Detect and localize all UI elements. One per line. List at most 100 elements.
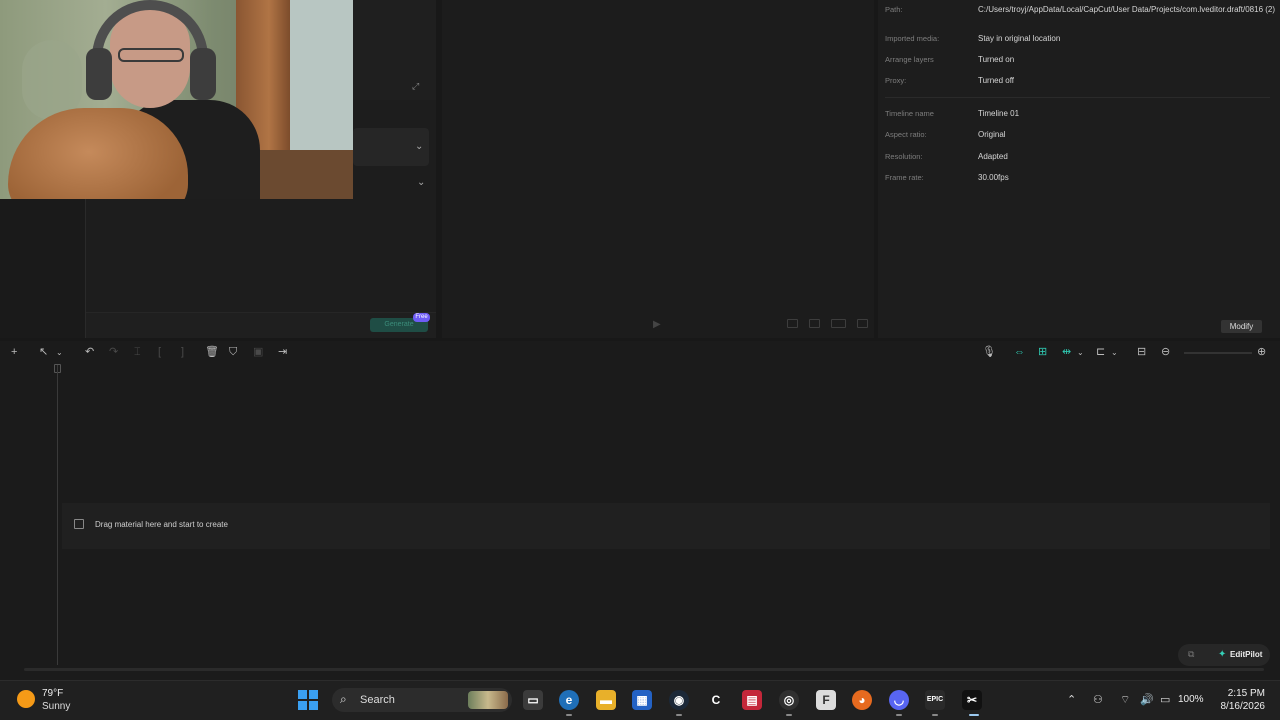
path-label: Path: [885,5,903,14]
aspect-ratio-value: Original [978,130,1006,139]
film-icon [74,519,84,529]
zoom-out-icon[interactable]: ⊖ [1161,347,1170,358]
chevron-down-icon[interactable]: ⌄ [417,178,425,188]
running-indicator [896,714,902,716]
plus-icon[interactable]: + [11,347,17,358]
chevron-down-icon[interactable]: ⌄ [56,347,63,358]
split-left-icon[interactable]: [ [158,347,161,358]
running-indicator [676,714,682,716]
search-icon: ⌕ [340,692,347,706]
search-highlight-image [468,691,508,709]
running-indicator [932,714,938,716]
undo-icon[interactable]: ↶ [85,347,94,358]
epic-games-icon[interactable]: EPIC [925,690,945,710]
delete-icon[interactable]: 🗑 [205,347,219,358]
split-right-icon[interactable]: ] [181,347,184,358]
timeline-name-value: Timeline 01 [978,109,1020,118]
details-panel [878,0,1280,338]
wifi-icon[interactable]: ⌔ [1120,693,1130,707]
store-icon[interactable]: ▦ [632,690,652,710]
edge-icon[interactable]: e [559,690,579,710]
running-indicator [786,714,792,716]
editpilot-button[interactable]: ⧉ ✦ EditPilot [1178,644,1270,666]
proxy-value: Turned off [978,76,1015,85]
weather-temperature[interactable]: 79°F [42,688,63,699]
media-category-rail [0,199,86,338]
fullscreen-icon[interactable] [857,319,868,328]
split-icon[interactable]: ⌶ [134,347,141,358]
chevron-down-icon[interactable]: ⌄ [415,142,423,152]
active-indicator [969,714,979,716]
capcut-window: ⤢ ⌄ ⌄ Generate Free ▶ Path: C:/Users/tro… [0,0,1280,680]
timeline-toolbar [0,344,1280,362]
main-track[interactable] [62,503,1270,549]
aspect-ratio-label: Aspect ratio: [885,130,927,139]
media-panel-header [353,0,436,100]
path-value: C:/Users/troyj/AppData/Local/CapCut/User… [978,5,1276,14]
imported-media-label: Imported media: [885,34,940,43]
editpilot-label: EditPilot [1230,650,1263,659]
chevron-down-icon[interactable]: ⌄ [1077,347,1084,358]
marker-icon[interactable]: ⛉ [229,347,237,358]
free-badge: Free [413,313,430,322]
weather-condition[interactable]: Sunny [42,701,70,712]
resolution-label: Resolution: [885,152,923,161]
volume-icon[interactable]: 🔊 [1140,693,1154,706]
obs-icon[interactable]: ◎ [779,690,799,710]
editpilot-icon: ✦ [1218,649,1227,660]
windows-icon[interactable] [298,690,318,710]
clock-time[interactable]: 2:15 PM [1227,688,1265,699]
snapshot-icon[interactable] [809,319,820,328]
imported-media-value: Stay in original location [978,34,1061,43]
subtitle-icon[interactable]: ⊟ [1137,347,1146,358]
timeline-name-label: Timeline name [885,109,934,118]
timeline-scrollbar[interactable] [24,668,1264,671]
webcam-overlay [0,0,353,199]
expand-icon[interactable]: ⤢ [412,81,422,91]
resolution-value: Adapted [978,152,1008,161]
battery-percent[interactable]: 100% [1178,694,1204,705]
zoom-slider[interactable] [1184,352,1252,354]
chat-icon[interactable]: ⧉ [1188,649,1194,660]
proxy-label: Proxy: [885,76,907,85]
frame-rate-label: Frame rate: [885,173,924,182]
forza-icon[interactable]: F [816,690,836,710]
file-explorer-icon[interactable]: ▬ [596,690,616,710]
link-icon[interactable]: ⇔ [1014,347,1025,358]
ratio-icon[interactable] [831,319,846,328]
firefox-icon[interactable]: ◕ [852,690,872,710]
redo-icon[interactable]: ↷ [109,347,118,358]
curseforge-icon[interactable]: C [706,690,726,710]
modify-button[interactable]: Modify [1221,320,1262,333]
battery-icon[interactable]: ▭ [1160,693,1170,706]
auto-snap-icon[interactable]: ⇹ [1062,347,1071,358]
taskbar-search[interactable]: ⌕ Search [332,688,512,712]
arrange-layers-label: Arrange layers [885,55,934,64]
steam-icon[interactable]: ◉ [669,690,689,710]
discord-icon[interactable]: ◡ [889,690,909,710]
select-pointer-icon[interactable]: ↖ [39,347,48,358]
play-icon[interactable]: ▶ [653,319,661,330]
playhead-line[interactable] [57,365,58,665]
running-indicator [566,714,572,716]
task-view-icon[interactable]: ▭ [523,690,543,710]
microphone-icon[interactable]: 🎙 [982,347,996,358]
quality-icon[interactable] [787,319,798,328]
sun-icon[interactable] [17,690,35,708]
preview-axis-icon[interactable]: ⊏ [1096,347,1105,358]
magnet-icon[interactable]: ⊞ [1038,347,1047,358]
arrange-layers-value: Turned on [978,55,1015,64]
chevron-down-icon[interactable]: ⌄ [1111,347,1118,358]
zoom-in-icon[interactable]: ⊕ [1257,347,1266,358]
network-share-icon[interactable]: ⚇ [1093,693,1103,706]
search-label: Search [360,694,395,706]
drop-hint: Drag material here and start to create [95,520,228,529]
capcut-icon[interactable]: ✂ [962,690,982,710]
freeze-icon[interactable]: ⇥ [278,347,287,358]
clock-date[interactable]: 8/16/2026 [1215,701,1266,712]
chevron-up-icon[interactable]: ⌃ [1067,693,1076,706]
crop-icon[interactable]: ▣ [253,347,263,358]
frame-rate-value: 30.00fps [978,173,1009,182]
player-viewport [442,0,874,338]
app-red-icon[interactable]: ▤ [742,690,762,710]
